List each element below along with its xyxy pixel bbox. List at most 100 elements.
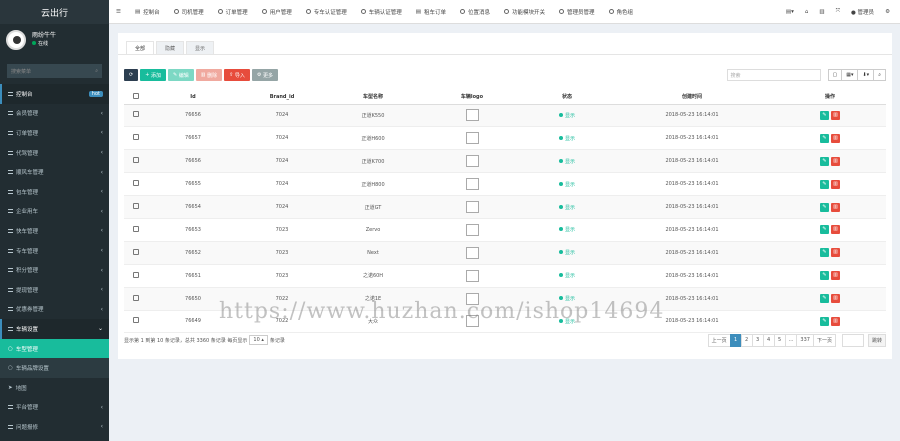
sidebar-item-withdraw[interactable]: 提现管理 ‹ [0, 280, 109, 300]
sidebar-item-map[interactable]: ➤ 地图 [0, 378, 109, 398]
edit-row-icon[interactable]: ✎ [820, 271, 829, 281]
edit-row-icon[interactable]: ✎ [820, 133, 829, 143]
add-button[interactable]: + 添加 [140, 69, 166, 81]
delete-row-icon[interactable]: ▥ [831, 179, 840, 189]
tab-driver-auth[interactable]: 专车认证管理 [299, 8, 354, 16]
tab-roles[interactable]: 角色组 [602, 8, 641, 16]
tab-visible[interactable]: 显示 [186, 41, 215, 54]
cell-status[interactable]: 显示 [524, 104, 610, 128]
table-row[interactable]: 76657 7024 正道H600 显示 2018-05-23 16:14:01 ✎ ▥ [124, 126, 886, 151]
edit-row-icon[interactable]: ✎ [820, 294, 829, 304]
search-icon[interactable]: ⌕ [95, 68, 98, 74]
advanced-search-button[interactable]: ⌕ [873, 69, 886, 81]
settings-gear-icon[interactable]: ⚙ [885, 9, 890, 15]
column-header-name[interactable]: 车型名称 [326, 90, 420, 105]
column-header-brand-id[interactable]: Brand_id [238, 90, 326, 105]
row-checkbox[interactable] [124, 287, 148, 311]
broken-image-icon[interactable] [465, 155, 479, 168]
menu-toggle[interactable]: ☰ [109, 9, 128, 15]
table-row[interactable]: 76656 7024 正道K700 显示 2018-05-23 16:14:01 ✎ ▥ [124, 149, 886, 174]
delete-row-icon[interactable]: ▥ [831, 294, 840, 304]
table-search-input[interactable]: 搜索 [726, 69, 821, 81]
go-button[interactable]: 跳转 [867, 333, 886, 347]
row-checkbox[interactable] [124, 172, 148, 197]
tab-dashboard[interactable]: ▤ 控制台 [128, 8, 167, 16]
tab-all[interactable]: 全部 [126, 41, 155, 54]
row-checkbox[interactable] [124, 195, 148, 219]
sidebar-item-points[interactable]: 积分管理 ‹ [0, 260, 109, 280]
sidebar-item-orders[interactable]: 订单管理 ‹ [0, 123, 109, 143]
edit-row-icon[interactable]: ✎ [820, 179, 829, 189]
delete-row-icon[interactable]: ▥ [831, 248, 840, 258]
edit-row-icon[interactable]: ✎ [820, 202, 829, 212]
cell-status[interactable]: 显示 [524, 195, 610, 219]
edit-row-icon[interactable]: ✎ [820, 316, 829, 326]
row-checkbox[interactable] [124, 126, 148, 151]
sidebar-item-repairs[interactable]: 问题报修 ‹ [0, 417, 109, 437]
sidebar-item-car-brands[interactable]: ○ 车辆品牌设置 [0, 358, 109, 378]
app-brand[interactable]: 云出行 [0, 0, 109, 24]
edit-row-icon[interactable]: ✎ [820, 248, 829, 258]
export-button[interactable]: ⬇▾ [857, 69, 875, 81]
tab-admins[interactable]: 管理员管理 [552, 8, 602, 16]
toggle-view-button[interactable]: ▢ [827, 69, 843, 81]
sidebar-item-members[interactable]: 会员管理 ‹ [0, 104, 109, 124]
page-size-select[interactable]: 10 ▴ [249, 335, 268, 345]
tab-location-messages[interactable]: 位置消息 [453, 8, 497, 16]
row-checkbox[interactable] [124, 310, 148, 334]
cell-status[interactable]: 显示 [524, 218, 610, 242]
table-row[interactable]: 76653 7023 Zervo 显示 2018-05-23 16:14:01 ✎ ▥ [124, 218, 886, 242]
fullscreen-icon[interactable]: ⤧ [836, 8, 840, 15]
broken-image-icon[interactable] [465, 246, 479, 259]
delete-row-icon[interactable]: ▥ [831, 133, 840, 143]
prev-page-button[interactable]: 上一页 [707, 333, 731, 347]
hamburger-icon[interactable]: ☰ [116, 9, 121, 15]
tab-users[interactable]: 用户管理 [255, 8, 299, 16]
tab-feature-switches[interactable]: 功能模块开关 [497, 8, 552, 16]
tab-rental-orders[interactable]: ▤ 租车订单 [409, 8, 453, 16]
table-row[interactable]: 76651 7023 之诺60H 显示 2018-05-23 16:14:01 ✎ ▥ [124, 264, 886, 288]
row-checkbox[interactable] [124, 104, 148, 128]
cell-status[interactable]: 显示 [524, 241, 610, 265]
table-row[interactable]: 76656 7024 正道K550 显示 2018-05-23 16:14:01 ✎ ▥ [124, 104, 886, 128]
tab-drivers[interactable]: 司机管理 [167, 8, 211, 16]
sidebar-item-car-models[interactable]: ○ 车型管理 [0, 338, 109, 359]
select-all-checkbox[interactable] [124, 90, 148, 105]
column-header-status[interactable]: 状态 [524, 90, 610, 105]
cell-status[interactable]: 显示 [524, 126, 610, 151]
page-jump-input[interactable] [841, 333, 864, 347]
sidebar-item-express[interactable]: 快车管理 ‹ [0, 221, 109, 241]
refresh-button[interactable]: ⟳ [124, 69, 139, 81]
sidebar-item-premier[interactable]: 专车管理 ‹ [0, 241, 109, 261]
cell-status[interactable]: 显示 [524, 172, 610, 197]
broken-image-icon[interactable] [465, 178, 479, 191]
import-button[interactable]: ⇪ 导入 [224, 69, 250, 81]
broken-image-icon[interactable] [465, 269, 479, 282]
row-checkbox[interactable] [124, 149, 148, 174]
table-row[interactable]: 76654 7024 正道GT 显示 2018-05-23 16:14:01 ✎ ▥ [124, 195, 886, 219]
sidebar-item-enterprise[interactable]: 企业用车 ‹ [0, 202, 109, 222]
broken-image-icon[interactable] [465, 109, 479, 122]
cell-status[interactable]: 显示 [524, 149, 610, 174]
edit-row-icon[interactable]: ✎ [820, 110, 829, 120]
page-button[interactable]: 337 [796, 333, 814, 347]
delete-row-icon[interactable]: ▥ [831, 225, 840, 235]
delete-button[interactable]: ▥ 删除 [195, 69, 223, 81]
more-button[interactable]: ⚙ 更多 [251, 69, 279, 81]
sidebar-item-coupons[interactable]: 优惠券管理 ‹ [0, 300, 109, 320]
broken-image-icon[interactable] [465, 223, 479, 236]
table-row[interactable]: 76655 7024 正道H800 显示 2018-05-23 16:14:01 ✎ ▥ [124, 172, 886, 197]
cell-status[interactable]: 显示 [524, 264, 610, 288]
row-checkbox[interactable] [124, 218, 148, 242]
edit-row-icon[interactable]: ✎ [820, 225, 829, 235]
sidebar-item-charter[interactable]: 包车管理 ‹ [0, 182, 109, 202]
sidebar-item-carpool[interactable]: 顺风车管理 ‹ [0, 162, 109, 182]
sidebar-search[interactable]: 搜索菜单 ⌕ [7, 64, 102, 78]
edit-row-icon[interactable]: ✎ [820, 156, 829, 166]
tab-hidden[interactable]: 隐藏 [156, 41, 185, 54]
tab-orders[interactable]: 订单管理 [211, 8, 255, 16]
trash-icon[interactable]: ▥ [819, 9, 824, 15]
delete-row-icon[interactable]: ▥ [831, 271, 840, 281]
broken-image-icon[interactable] [465, 132, 479, 145]
sidebar-item-vehicle-settings[interactable]: 车辆设置 ⌄ [0, 319, 109, 339]
